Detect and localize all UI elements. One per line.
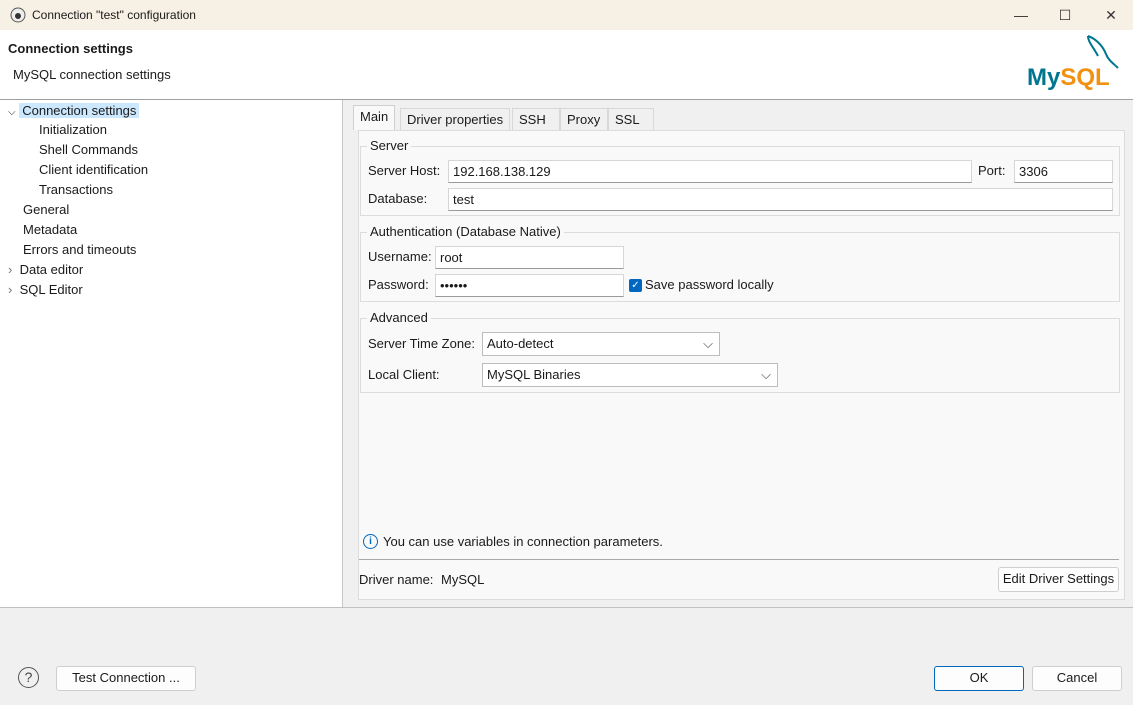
server-group: Server Server Host: 192.168.138.129 Port… <box>360 138 1120 216</box>
tab-ssl[interactable]: SSL <box>608 108 654 130</box>
chevron-down-icon: ⌵ <box>703 336 713 351</box>
minimize-button[interactable]: — <box>998 0 1044 30</box>
settings-content: Main Driver properties SSH Proxy SSL Ser… <box>345 100 1133 607</box>
chevron-down-icon[interactable]: ⌵ <box>8 107 16 118</box>
page-header: Connection settings MySQL connection set… <box>0 30 1133 100</box>
main-tab-panel: Server Server Host: 192.168.138.129 Port… <box>358 130 1125 600</box>
ok-button[interactable]: OK <box>934 666 1024 691</box>
close-button[interactable]: ✕ <box>1088 0 1133 30</box>
save-password-checkbox[interactable]: ✓ <box>629 279 642 292</box>
app-icon <box>10 7 26 23</box>
tree-item-shell-commands[interactable]: Shell Commands <box>39 140 138 160</box>
timezone-label: Server Time Zone: <box>368 336 475 351</box>
chevron-down-icon: ⌵ <box>761 367 771 382</box>
page-subtitle: MySQL connection settings <box>13 67 171 82</box>
cancel-button[interactable]: Cancel <box>1032 666 1122 691</box>
mysql-logo: MySQL <box>1025 34 1125 92</box>
tree-item-general[interactable]: General <box>23 200 69 220</box>
help-icon[interactable]: ? <box>18 667 39 688</box>
tree-item-data-editor[interactable]: › Data editor <box>8 260 83 280</box>
password-label: Password: <box>368 277 429 292</box>
divider <box>359 559 1119 560</box>
tree-item-transactions[interactable]: Transactions <box>39 180 113 200</box>
chevron-right-icon[interactable]: › <box>8 282 12 297</box>
username-input[interactable]: root <box>435 246 624 269</box>
username-label: Username: <box>368 249 432 264</box>
server-host-input[interactable]: 192.168.138.129 <box>448 160 972 183</box>
port-label: Port: <box>978 163 1006 178</box>
port-input[interactable]: 3306 <box>1014 160 1113 183</box>
auth-legend: Authentication (Database Native) <box>367 224 564 239</box>
advanced-legend: Advanced <box>367 310 431 325</box>
page-title: Connection settings <box>8 41 133 56</box>
server-host-label: Server Host: <box>368 163 441 178</box>
driver-name-value: MySQL <box>441 572 485 587</box>
tab-driver-properties[interactable]: Driver properties <box>400 108 511 130</box>
tab-ssh[interactable]: SSH <box>512 108 560 130</box>
timezone-select[interactable]: Auto-detect ⌵ <box>482 332 720 356</box>
window-title: Connection "test" configuration <box>32 8 196 22</box>
tree-item-sql-editor[interactable]: › SQL Editor <box>8 280 83 300</box>
tree-item-initialization[interactable]: Initialization <box>39 120 107 140</box>
tab-main[interactable]: Main <box>353 105 396 130</box>
auth-group: Authentication (Database Native) Usernam… <box>360 224 1120 302</box>
advanced-group: Advanced Server Time Zone: Auto-detect ⌵ … <box>360 310 1120 393</box>
driver-name-label: Driver name: <box>359 572 434 587</box>
tree-item-errors-timeouts[interactable]: Errors and timeouts <box>23 240 136 260</box>
tree-item-client-identification[interactable]: Client identification <box>39 160 148 180</box>
tree-item-connection-settings[interactable]: ⌵ Connection settings <box>8 101 140 121</box>
database-input[interactable]: test <box>448 188 1113 211</box>
tree-item-metadata[interactable]: Metadata <box>23 220 77 240</box>
local-client-select[interactable]: MySQL Binaries ⌵ <box>482 363 778 387</box>
settings-tree: ⌵ Connection settings Initialization She… <box>0 100 343 607</box>
info-icon: i <box>363 534 378 549</box>
dialog-footer: ? Test Connection ... OK Cancel <box>0 607 1133 705</box>
maximize-button[interactable]: ☐ <box>1042 0 1088 30</box>
save-password-label[interactable]: Save password locally <box>645 274 774 296</box>
local-client-label: Local Client: <box>368 367 440 382</box>
chevron-right-icon[interactable]: › <box>8 262 12 277</box>
database-label: Database: <box>368 191 428 206</box>
password-input[interactable]: •••••• <box>435 274 624 297</box>
info-text: You can use variables in connection para… <box>383 534 663 549</box>
title-bar: Connection "test" configuration — ☐ ✕ <box>0 0 1133 30</box>
test-connection-button[interactable]: Test Connection ... <box>56 666 196 691</box>
server-legend: Server <box>367 138 412 153</box>
tab-proxy[interactable]: Proxy <box>560 108 608 130</box>
edit-driver-settings-button[interactable]: Edit Driver Settings <box>998 567 1119 592</box>
